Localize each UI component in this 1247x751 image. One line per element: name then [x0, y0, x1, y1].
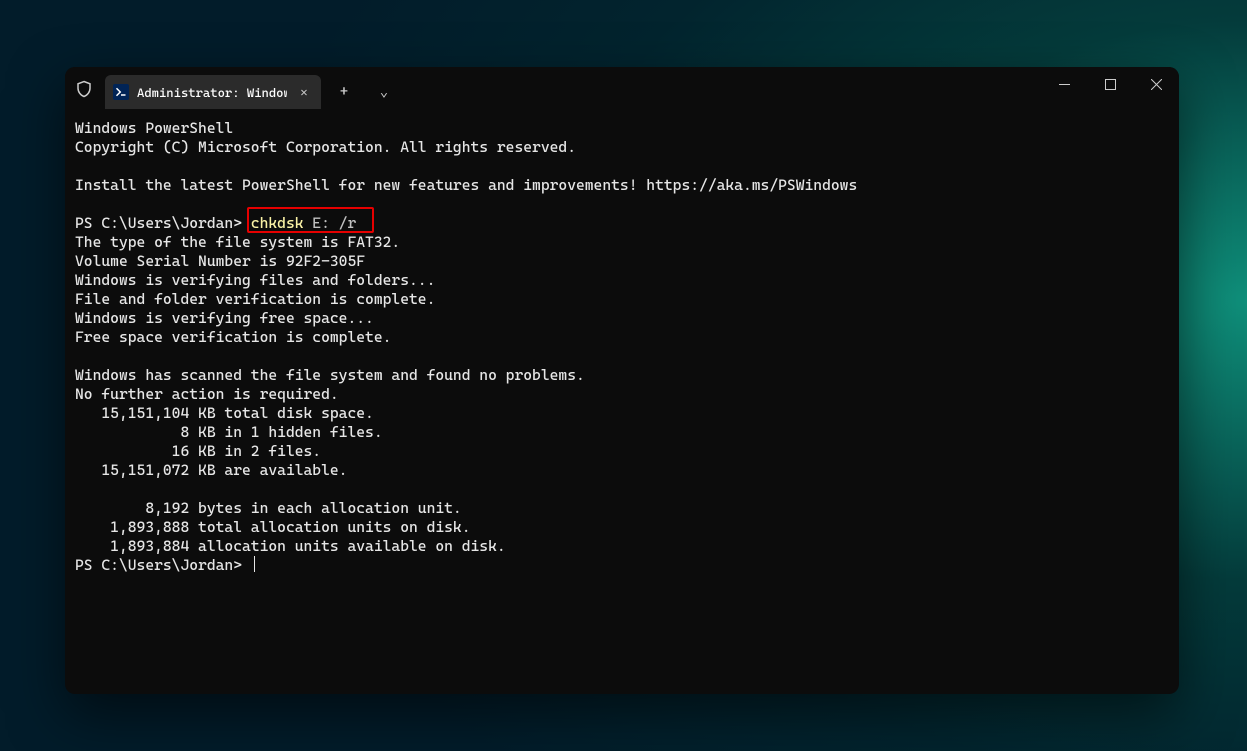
terminal-line [75, 157, 1169, 176]
tab-active[interactable]: Administrator: Windows PowerShell ✕ [105, 75, 321, 109]
terminal-line: No further action is required. [75, 385, 1169, 404]
command-args: E: /r [304, 214, 357, 232]
terminal-line: Windows is verifying files and folders..… [75, 271, 1169, 290]
terminal-line: 8,192 bytes in each allocation unit. [75, 499, 1169, 518]
terminal-line: PS C:\Users\Jordan> chkdsk E: /r [75, 214, 1169, 233]
command-keyword: chkdsk [251, 214, 304, 232]
terminal-line: 1,893,884 allocation units available on … [75, 537, 1169, 556]
terminal-line: Volume Serial Number is 92F2-305F [75, 252, 1169, 271]
terminal-line: Windows is verifying free space... [75, 309, 1169, 328]
terminal-line [75, 480, 1169, 499]
terminal-line: Free space verification is complete. [75, 328, 1169, 347]
new-tab-button[interactable]: + [327, 75, 361, 109]
admin-shield-icon [75, 80, 93, 98]
close-window-button[interactable] [1133, 67, 1179, 101]
terminal-line: PS C:\Users\Jordan> [75, 556, 1169, 575]
terminal-line [75, 347, 1169, 366]
terminal-line: Windows has scanned the file system and … [75, 366, 1169, 385]
powershell-icon [113, 84, 129, 100]
tab-title: Administrator: Windows PowerShell [137, 85, 287, 100]
terminal-line: Copyright (C) Microsoft Corporation. All… [75, 138, 1169, 157]
terminal-line: 15,151,104 KB total disk space. [75, 404, 1169, 423]
terminal-line: 1,893,888 total allocation units on disk… [75, 518, 1169, 537]
minimize-button[interactable] [1041, 67, 1087, 101]
prompt: PS C:\Users\Jordan> [75, 556, 251, 574]
titlebar[interactable]: Administrator: Windows PowerShell ✕ + ⌄ [65, 67, 1179, 111]
terminal-line: 15,151,072 KB are available. [75, 461, 1169, 480]
titlebar-drag-area[interactable] [401, 67, 1041, 111]
tab-dropdown-button[interactable]: ⌄ [367, 75, 401, 109]
window-controls [1041, 67, 1179, 111]
desktop-background: Administrator: Windows PowerShell ✕ + ⌄ [0, 0, 1247, 751]
tab-close-button[interactable]: ✕ [295, 83, 313, 101]
prompt: PS C:\Users\Jordan> [75, 214, 251, 232]
terminal-line: Install the latest PowerShell for new fe… [75, 176, 1169, 195]
terminal-line: File and folder verification is complete… [75, 290, 1169, 309]
terminal-line: 8 KB in 1 hidden files. [75, 423, 1169, 442]
terminal-output[interactable]: Windows PowerShellCopyright (C) Microsof… [65, 111, 1179, 585]
text-cursor [254, 556, 256, 572]
terminal-line: 16 KB in 2 files. [75, 442, 1169, 461]
terminal-line: The type of the file system is FAT32. [75, 233, 1169, 252]
terminal-window: Administrator: Windows PowerShell ✕ + ⌄ [65, 67, 1179, 694]
titlebar-left: Administrator: Windows PowerShell ✕ + ⌄ [65, 67, 401, 111]
maximize-button[interactable] [1087, 67, 1133, 101]
terminal-line [75, 195, 1169, 214]
terminal-line: Windows PowerShell [75, 119, 1169, 138]
